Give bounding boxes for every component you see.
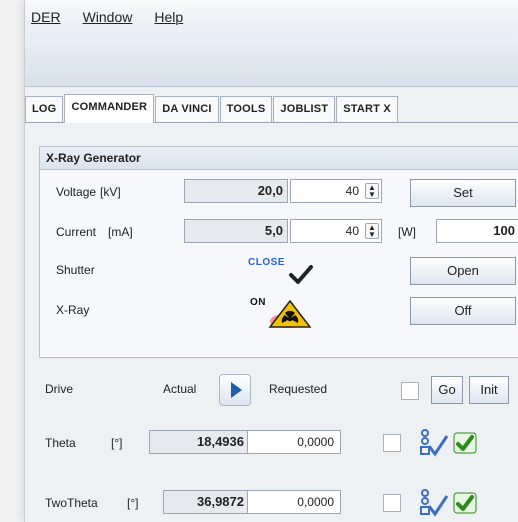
shutter-status: CLOSE [248, 257, 285, 268]
xray-row: X-Ray ON Off [48, 297, 518, 328]
checkmark-icon [453, 432, 477, 454]
twotheta-actual: 36,9872 [163, 490, 249, 514]
current-set-input[interactable]: 40 ▲ ▼ [290, 219, 382, 243]
theta-checkbox[interactable] [383, 434, 401, 452]
off-button[interactable]: Off [410, 297, 516, 325]
drive-header-row: Drive Actual Requested Go Init [39, 372, 518, 406]
panel-title: X-Ray Generator [40, 147, 518, 170]
xray-status: ON [250, 297, 266, 308]
voltage-set-input[interactable]: 40 ▲ ▼ [290, 179, 382, 203]
voltage-set-value: 40 [345, 184, 359, 198]
current-spinner[interactable]: ▲ ▼ [365, 223, 379, 239]
voltage-actual: 20,0 [184, 179, 288, 203]
drive-label: Drive [45, 382, 74, 396]
tab-commander[interactable]: COMMANDER [64, 94, 155, 123]
set-button[interactable]: Set [410, 179, 516, 207]
menu-bar: DER Window Help [25, 0, 518, 34]
requested-checkbox[interactable] [401, 382, 419, 400]
voltage-unit: [kV] [100, 185, 121, 199]
shutter-row: Shutter CLOSE Open [48, 257, 518, 285]
current-row: Current [mA] 5,0 40 ▲ ▼ [W] 100 [48, 219, 518, 247]
menu-item-help[interactable]: Help [154, 9, 183, 25]
tab-joblist[interactable]: JOBLIST [273, 96, 336, 122]
theta-unit: [°] [111, 436, 123, 450]
tab-bar: LOG COMMANDER DA VINCI TOOLS JOBLIST STA… [25, 94, 518, 123]
sequence-icon[interactable] [415, 488, 449, 518]
menu-item-der[interactable]: DER [31, 9, 61, 25]
theta-requested-input[interactable]: 0,0000 [247, 430, 341, 454]
app-window: DER Window Help LOG COMMANDER DA VINCI T… [24, 0, 518, 522]
init-button[interactable]: Init [469, 376, 509, 404]
theta-label: Theta [45, 436, 76, 450]
xray-label: X-Ray [56, 303, 90, 317]
drive-section: Drive Actual Requested Go Init Theta [°]… [39, 372, 518, 522]
sequence-icon[interactable] [415, 428, 449, 458]
twotheta-requested-input[interactable]: 0,0000 [247, 490, 341, 514]
shutter-label: Shutter [56, 263, 95, 277]
open-button[interactable]: Open [410, 257, 516, 285]
tab-start-x[interactable]: START X [336, 96, 398, 122]
go-button[interactable]: Go [431, 376, 463, 404]
current-label: Current [56, 225, 97, 239]
tab-tools[interactable]: TOOLS [219, 96, 273, 122]
checkmark-icon [453, 492, 477, 514]
tab-log[interactable]: LOG [25, 96, 64, 122]
power-value: 100 [436, 219, 518, 243]
tab-da-vinci[interactable]: DA VINCI [155, 96, 219, 122]
requested-label: Requested [269, 382, 328, 396]
play-button[interactable] [219, 374, 251, 406]
current-unit: [mA] [108, 225, 133, 239]
voltage-spinner[interactable]: ▲ ▼ [365, 183, 379, 199]
voltage-row: Voltage [kV] 20,0 40 ▲ ▼ Set [48, 179, 518, 207]
xray-generator-panel: X-Ray Generator Voltage [kV] 20,0 40 ▲ ▼ … [39, 146, 518, 358]
actual-label: Actual [163, 382, 197, 396]
play-icon [231, 382, 242, 398]
twotheta-checkbox[interactable] [383, 494, 401, 512]
power-unit: [W] [398, 225, 416, 239]
current-set-value: 40 [345, 224, 359, 238]
checkmark-icon [289, 265, 313, 284]
menu-item-window[interactable]: Window [83, 9, 133, 25]
current-actual: 5,0 [184, 219, 288, 243]
theta-row: Theta [°] 18,4936 0,0000 [39, 426, 518, 460]
twotheta-row: TwoTheta [°] 36,9872 0,0000 [39, 486, 518, 520]
toolbar [25, 34, 518, 87]
twotheta-label: TwoTheta [45, 496, 98, 510]
voltage-label: Voltage [56, 185, 97, 199]
twotheta-unit: [°] [127, 496, 139, 510]
radiation-icon [268, 299, 312, 328]
theta-actual: 18,4936 [149, 430, 249, 454]
